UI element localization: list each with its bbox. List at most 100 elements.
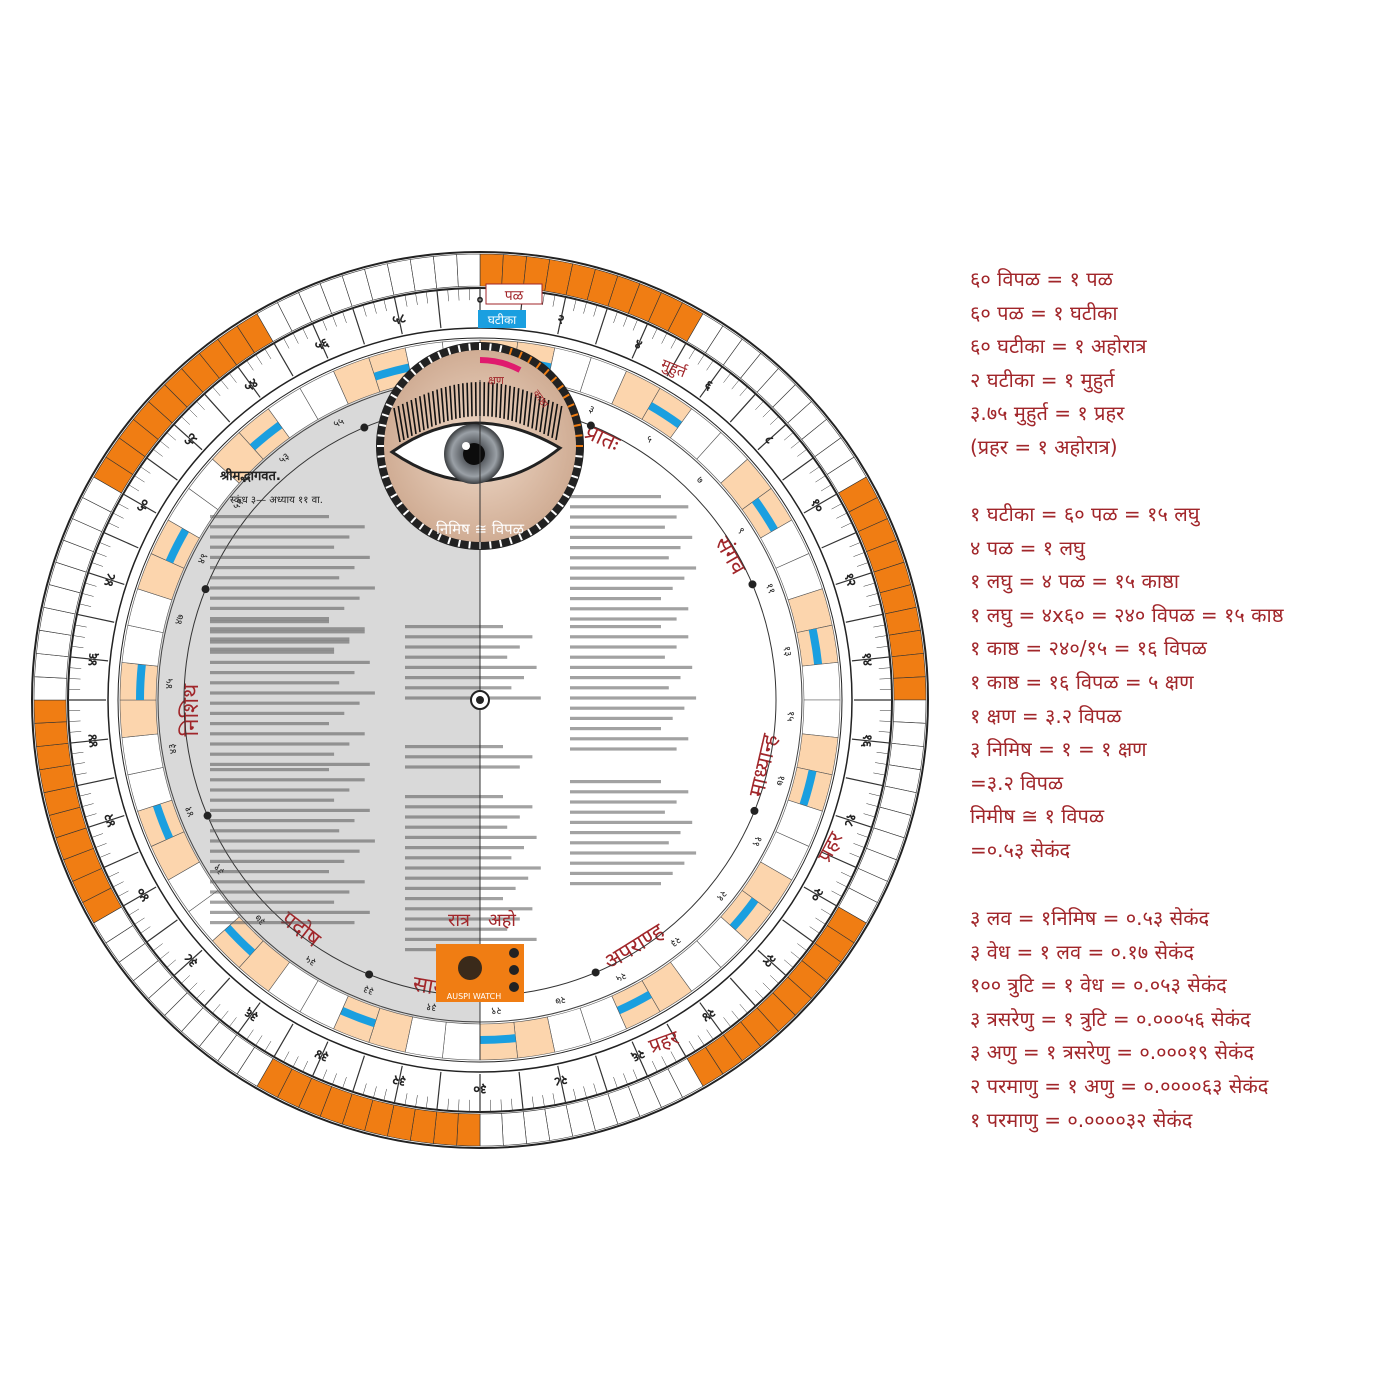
scripture-line	[405, 876, 529, 880]
scripture-line	[570, 645, 677, 649]
scripture-line	[210, 535, 350, 539]
outer-ring-cell	[893, 699, 927, 724]
eye-tick	[573, 423, 581, 428]
logo-moon-3	[509, 982, 519, 992]
equation-line: ३ लव = १निमिष = ०.५३ सेकंद	[970, 906, 1210, 930]
eye-tick	[575, 455, 583, 458]
ghatika-number: २९	[491, 1004, 502, 1016]
pala-number: ४६	[85, 652, 101, 667]
equation-line: ३.७५ मुहुर्त = १ प्रहर	[970, 401, 1125, 426]
center-pivot-dot	[476, 696, 484, 704]
scripture-line	[570, 515, 677, 519]
scripture-line	[210, 711, 345, 715]
scripture-line	[405, 866, 541, 870]
equation-line: ३ निमिष = १ = १ क्षण	[970, 737, 1147, 762]
scripture-line	[570, 871, 673, 875]
eye-tick	[489, 343, 492, 351]
scripture-line	[210, 606, 345, 610]
pala-number: ०	[477, 293, 484, 308]
scripture-line	[210, 778, 365, 782]
equation-line: १ काष्ठ = १६ विपळ = ५ क्षण	[970, 669, 1194, 694]
scripture-line	[210, 880, 365, 884]
scripture-line	[210, 576, 340, 580]
equation-line: ६० विपळ = १ पळ	[970, 267, 1113, 291]
scripture-line	[210, 819, 355, 823]
equations-block-1: ६० विपळ = १ पळ ६० पळ = १ घटीका ६० घटीका = …	[970, 263, 1390, 465]
eye-tick	[379, 464, 387, 469]
outer-ring-cell	[456, 1113, 481, 1147]
scripture-line	[570, 505, 689, 509]
equation-line: २ परमाणु = १ अणु = ०.००००६३ सेकंद	[970, 1073, 1269, 1098]
scripture-line	[210, 849, 360, 853]
scripture-line	[570, 706, 685, 710]
aho-label: अहो	[488, 909, 516, 931]
equation-line: ३ अणु = १ त्रसरेणु = ०.०००१९ सेकंद	[970, 1040, 1255, 1065]
scripture-line	[570, 665, 693, 669]
equation-line: ६० घटीका = १ अहोरात्र	[970, 334, 1147, 359]
ghatika-cell	[119, 699, 159, 738]
outer-ring-cell	[34, 721, 69, 747]
scripture-line	[570, 882, 661, 886]
ghatika-cell	[121, 733, 164, 776]
logo-moon-1	[509, 948, 519, 958]
scripture-line	[570, 635, 689, 639]
scripture-line	[570, 716, 673, 720]
scripture-line	[570, 676, 681, 680]
scripture-line	[405, 635, 533, 639]
outer-ring-cell	[33, 676, 67, 701]
scripture-line	[210, 525, 365, 529]
ghatika-label: घटीका	[488, 313, 517, 327]
scripture-line	[210, 691, 375, 695]
eye-tick	[489, 541, 492, 549]
eyelash	[491, 382, 494, 417]
prahar-marker	[203, 811, 212, 820]
scripture-line	[570, 607, 689, 611]
scripture-line	[570, 820, 693, 824]
eye-tick	[457, 345, 462, 353]
scripture-line	[210, 921, 355, 925]
ghatika-cell	[801, 699, 841, 738]
scripture-line	[210, 788, 350, 792]
eye-tick	[575, 434, 583, 437]
equation-line: १ क्षण = ३.२ विपळ	[970, 703, 1122, 728]
equation-line: निमीष ≅ १ विपळ	[970, 804, 1105, 829]
pala-number: ३०	[473, 1081, 487, 1096]
ghatika-number: १५	[784, 711, 796, 722]
prahar-marker	[748, 580, 757, 589]
kshan-label: क्षण	[488, 374, 505, 387]
scripture-line	[210, 900, 335, 904]
prahar-name: निशिथ	[178, 683, 204, 737]
scripture-line	[570, 831, 681, 835]
scripture-subtitle: स्कंध ३— अध्याय ११ वा.	[230, 494, 323, 506]
scripture-line	[210, 515, 329, 519]
scripture-line	[570, 851, 697, 855]
equation-line: (प्रहर = १ अहोरात्र)	[970, 434, 1118, 459]
equation-line: १ काष्ठ = २४०/१५ = १६ विपळ	[970, 636, 1207, 661]
equation-line: ३ वेध = १ लव = ०.१७ सेकंद	[970, 939, 1194, 964]
scripture-line	[210, 555, 370, 559]
scripture-line	[210, 681, 340, 685]
outer-ring-cell	[891, 721, 926, 747]
scripture-line	[405, 665, 537, 669]
scripture-line	[570, 586, 673, 590]
scripture-line	[570, 861, 685, 865]
eye-tick	[498, 539, 503, 547]
scripture-line	[570, 655, 665, 659]
pala-label: पळ	[505, 288, 524, 304]
scripture-line	[210, 768, 329, 772]
scripture-line	[570, 556, 669, 560]
scripture-line	[405, 835, 537, 839]
scripture-line	[570, 576, 685, 580]
scripture-line	[210, 660, 370, 664]
logo-moon-2	[509, 965, 519, 975]
pala-number: ४४	[85, 733, 101, 748]
eye-tick	[377, 455, 385, 458]
scripture-line	[210, 859, 345, 863]
outer-ring-cell	[501, 254, 527, 289]
scripture-line	[210, 566, 355, 570]
equation-line: २ घटीका = १ मुहुर्त	[970, 367, 1115, 392]
scripture-line	[570, 800, 677, 804]
scripture-line	[405, 625, 503, 629]
scripture-line	[210, 620, 329, 624]
scripture-line	[405, 846, 524, 850]
